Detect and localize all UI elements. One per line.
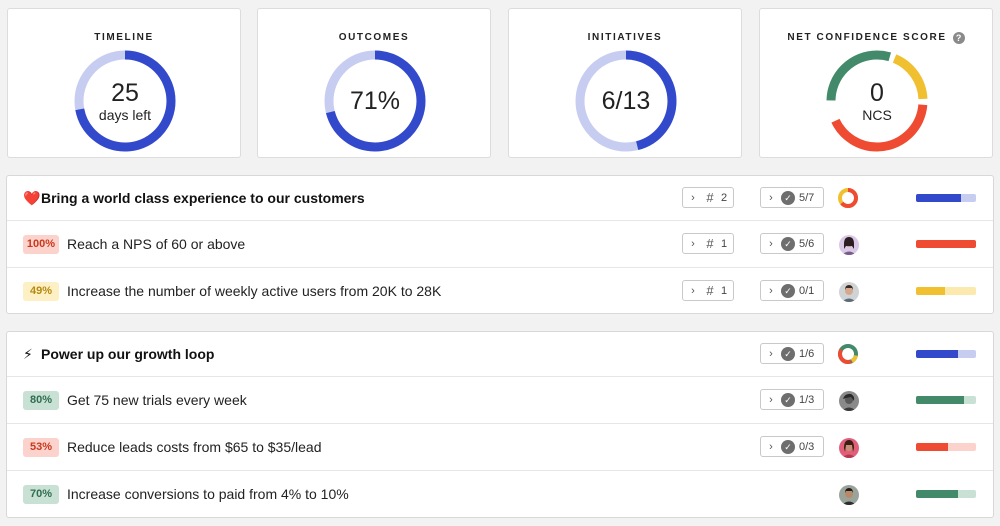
outcomes-card: OUTCOMES 71%	[257, 8, 491, 158]
initiatives-toggle[interactable]: › ✓ 0/3	[760, 436, 824, 457]
check-circle-icon: ✓	[781, 346, 795, 361]
chevron-right-icon: ›	[691, 237, 695, 250]
initiatives-ring: 6/13	[574, 49, 678, 153]
progress-badge: 49%	[23, 282, 59, 301]
key-result-row[interactable]: 49% Increase the number of weekly active…	[7, 267, 993, 314]
chevron-right-icon: ›	[769, 440, 773, 453]
check-circle-icon: ✓	[781, 236, 795, 251]
ncs-ring: 0 NCS	[825, 49, 929, 153]
progress-bar	[916, 240, 976, 248]
heart-icon: ❤️	[23, 190, 41, 206]
objective-panel: ⚡ Power up our growth loop › ✓ 1/6 80% Get …	[6, 331, 994, 518]
avatar-person-icon[interactable]	[839, 391, 859, 411]
initiatives-toggle[interactable]: › ✓ 1/6	[760, 343, 824, 364]
initiatives-value: 6/13	[601, 87, 651, 115]
key-result-text[interactable]: Reach a NPS of 60 or above	[67, 221, 245, 268]
chevron-right-icon: ›	[691, 284, 695, 297]
progress-bar	[916, 443, 976, 451]
outcomes-ring: 71%	[323, 49, 427, 153]
hash-count: 1	[721, 284, 728, 297]
chevron-right-icon: ›	[769, 237, 773, 250]
chevron-right-icon: ›	[691, 191, 695, 204]
ncs-title: NET CONFIDENCE SCORE	[787, 32, 947, 43]
timeline-sub: days left	[98, 107, 152, 123]
check-circle-icon: ✓	[781, 392, 795, 407]
help-icon[interactable]: ?	[952, 32, 965, 44]
objective-title[interactable]: ❤️Bring a world class experience to our …	[23, 176, 365, 220]
check-circle-icon: ✓	[781, 283, 795, 298]
progress-badge: 80%	[23, 391, 59, 410]
check-count: 5/7	[799, 191, 815, 204]
avatar-man-icon[interactable]	[839, 282, 859, 302]
hash-icon: #	[706, 283, 714, 298]
progress-badge: 70%	[23, 485, 59, 504]
hash-count: 2	[721, 191, 728, 204]
initiatives-card: INITIATIVES 6/13	[508, 8, 742, 158]
key-result-text[interactable]: Increase the number of weekly active use…	[67, 268, 441, 315]
check-count: 0/3	[799, 440, 815, 453]
card-title: TIMELINE	[94, 32, 154, 43]
confidence-mini-ring-icon	[838, 344, 858, 364]
progress-bar	[916, 490, 976, 498]
check-count: 0/1	[799, 284, 815, 297]
initiatives-toggle[interactable]: › ✓ 0/1	[760, 280, 824, 301]
key-result-row[interactable]: 70% Increase conversions to paid from 4%…	[7, 470, 993, 517]
check-count: 5/6	[799, 237, 815, 250]
key-result-text[interactable]: Reduce leads costs from $65 to $35/lead	[67, 424, 322, 471]
chevron-right-icon: ›	[769, 347, 773, 360]
timeline-ring: 25 days left	[73, 49, 177, 153]
initiatives-toggle[interactable]: › ✓ 5/7	[760, 187, 824, 208]
check-count: 1/6	[799, 347, 815, 360]
progress-bar	[916, 287, 976, 295]
timeline-value: 25	[111, 79, 139, 107]
objective-row[interactable]: ❤️Bring a world class experience to our …	[7, 176, 993, 220]
check-circle-icon: ✓	[781, 190, 795, 205]
objective-title-text: Power up our growth loop	[41, 346, 215, 362]
card-title: INITIATIVES	[587, 32, 663, 43]
key-result-row[interactable]: 100% Reach a NPS of 60 or above › #1 › ✓ 5/…	[7, 220, 993, 267]
key-results-toggle[interactable]: › #1	[682, 233, 734, 254]
outcomes-value: 71%	[349, 87, 401, 115]
avatar-woman-icon[interactable]	[839, 235, 859, 255]
chevron-right-icon: ›	[769, 191, 773, 204]
hash-icon: #	[706, 190, 714, 205]
chevron-right-icon: ›	[769, 284, 773, 297]
key-result-row[interactable]: 53% Reduce leads costs from $65 to $35/l…	[7, 423, 993, 470]
confidence-mini-ring-icon	[838, 188, 858, 208]
hash-count: 1	[721, 237, 728, 250]
ncs-value: 0	[870, 79, 884, 107]
objective-title-text: Bring a world class experience to our cu…	[41, 190, 365, 206]
key-result-row[interactable]: 80% Get 75 new trials every week › ✓ 1/3	[7, 376, 993, 423]
avatar-man-icon[interactable]	[839, 485, 859, 505]
timeline-card: TIMELINE 25 days left	[7, 8, 241, 158]
initiatives-toggle[interactable]: › ✓ 5/6	[760, 233, 824, 254]
progress-badge: 53%	[23, 438, 59, 457]
ncs-card: NET CONFIDENCE SCORE? 0 NCS	[759, 8, 993, 158]
lightning-icon: ⚡	[23, 346, 33, 362]
key-results-toggle[interactable]: › #1	[682, 280, 734, 301]
avatar-woman-icon[interactable]	[839, 438, 859, 458]
hash-icon: #	[706, 236, 714, 251]
progress-badge: 100%	[23, 235, 59, 254]
check-circle-icon: ✓	[781, 439, 795, 454]
objective-panel: ❤️Bring a world class experience to our …	[6, 175, 994, 314]
progress-bar	[916, 194, 976, 202]
card-title: OUTCOMES	[338, 32, 410, 43]
key-result-text[interactable]: Get 75 new trials every week	[67, 377, 247, 424]
chevron-right-icon: ›	[769, 393, 773, 406]
progress-bar	[916, 396, 976, 404]
check-count: 1/3	[799, 393, 815, 406]
progress-bar	[916, 350, 976, 358]
card-title: NET CONFIDENCE SCORE?	[760, 32, 992, 44]
objective-row[interactable]: ⚡ Power up our growth loop › ✓ 1/6	[7, 332, 993, 376]
ncs-sub: NCS	[862, 107, 892, 123]
key-results-toggle[interactable]: › #2	[682, 187, 734, 208]
initiatives-toggle[interactable]: › ✓ 1/3	[760, 389, 824, 410]
key-result-text[interactable]: Increase conversions to paid from 4% to …	[67, 471, 349, 518]
objective-title[interactable]: ⚡ Power up our growth loop	[23, 332, 214, 376]
